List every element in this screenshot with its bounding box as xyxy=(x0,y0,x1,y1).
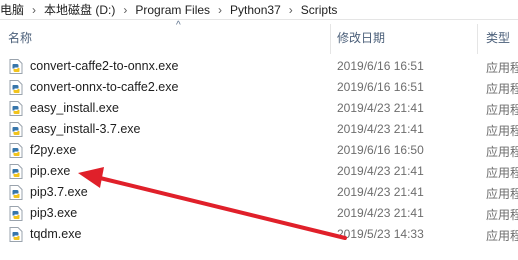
file-type: 应用程 xyxy=(486,208,518,222)
file-modified-date: 2019/4/23 21:41 xyxy=(337,206,424,220)
file-modified-date: 2019/4/23 21:41 xyxy=(337,101,424,115)
file-name: convert-onnx-to-caffe2.exe xyxy=(30,80,179,94)
file-type: 应用程 xyxy=(486,229,518,243)
file-name: f2py.exe xyxy=(30,143,77,157)
breadcrumb-separator[interactable]: › xyxy=(285,3,297,17)
file-row[interactable]: pip.exe 2019/4/23 21:41 应用程 xyxy=(0,161,518,182)
file-type: 应用程 xyxy=(486,145,518,159)
breadcrumb: 电脑 › 本地磁盘 (D:) › Program Files › Python3… xyxy=(0,0,518,20)
file-row[interactable]: pip3.7.exe 2019/4/23 21:41 应用程 xyxy=(0,182,518,203)
file-name: easy_install.exe xyxy=(30,101,119,115)
breadcrumb-item-program-files[interactable]: Program Files xyxy=(131,3,214,17)
file-name: tqdm.exe xyxy=(30,227,82,241)
file-row[interactable]: pip3.exe 2019/4/23 21:41 应用程 xyxy=(0,203,518,224)
file-modified-date: 2019/6/16 16:51 xyxy=(337,59,424,73)
column-header-bar: ^ 名称 修改日期 类型 xyxy=(0,20,518,54)
file-row[interactable]: convert-caffe2-to-onnx.exe 2019/6/16 16:… xyxy=(0,56,518,77)
file-name: pip3.7.exe xyxy=(30,185,88,199)
column-header-type[interactable]: 类型 xyxy=(478,20,518,54)
column-header-name[interactable]: 名称 xyxy=(0,20,330,54)
file-type: 应用程 xyxy=(486,166,518,180)
file-name: pip.exe xyxy=(30,164,71,178)
breadcrumb-item-scripts[interactable]: Scripts xyxy=(297,3,342,17)
python-exe-icon xyxy=(9,122,23,137)
file-type: 应用程 xyxy=(486,124,518,138)
file-name: convert-caffe2-to-onnx.exe xyxy=(30,59,179,73)
file-row[interactable]: f2py.exe 2019/6/16 16:50 应用程 xyxy=(0,140,518,161)
breadcrumb-item-computer[interactable]: 电脑 xyxy=(0,1,28,18)
file-type: 应用程 xyxy=(486,187,518,201)
python-exe-icon xyxy=(9,185,23,200)
breadcrumb-separator[interactable]: › xyxy=(214,3,226,17)
breadcrumb-separator[interactable]: › xyxy=(28,3,40,17)
python-exe-icon xyxy=(9,143,23,158)
breadcrumb-item-python37[interactable]: Python37 xyxy=(226,3,285,17)
file-row[interactable]: easy_install-3.7.exe 2019/4/23 21:41 应用程 xyxy=(0,119,518,140)
file-list: convert-caffe2-to-onnx.exe 2019/6/16 16:… xyxy=(0,56,518,245)
file-modified-date: 2019/6/16 16:50 xyxy=(337,143,424,157)
file-modified-date: 2019/4/23 21:41 xyxy=(337,185,424,199)
file-type: 应用程 xyxy=(486,103,518,117)
python-exe-icon xyxy=(9,101,23,116)
file-row[interactable]: easy_install.exe 2019/4/23 21:41 应用程 xyxy=(0,98,518,119)
file-name: pip3.exe xyxy=(30,206,78,220)
file-type: 应用程 xyxy=(486,61,518,75)
file-modified-date: 2019/4/23 21:41 xyxy=(337,164,424,178)
breadcrumb-separator[interactable]: › xyxy=(119,3,131,17)
file-modified-date: 2019/6/16 16:51 xyxy=(337,80,424,94)
python-exe-icon xyxy=(9,59,23,74)
file-name: easy_install-3.7.exe xyxy=(30,122,141,136)
python-exe-icon xyxy=(9,164,23,179)
python-exe-icon xyxy=(9,206,23,221)
file-row[interactable]: convert-onnx-to-caffe2.exe 2019/6/16 16:… xyxy=(0,77,518,98)
breadcrumb-item-drive-d[interactable]: 本地磁盘 (D:) xyxy=(40,1,119,18)
column-header-date[interactable]: 修改日期 xyxy=(331,20,477,54)
file-modified-date: 2019/4/23 21:41 xyxy=(337,122,424,136)
file-row[interactable]: tqdm.exe 2019/5/23 14:33 应用程 xyxy=(0,224,518,245)
python-exe-icon xyxy=(9,80,23,95)
python-exe-icon xyxy=(9,227,23,242)
file-type: 应用程 xyxy=(486,82,518,96)
file-modified-date: 2019/5/23 14:33 xyxy=(337,227,424,241)
